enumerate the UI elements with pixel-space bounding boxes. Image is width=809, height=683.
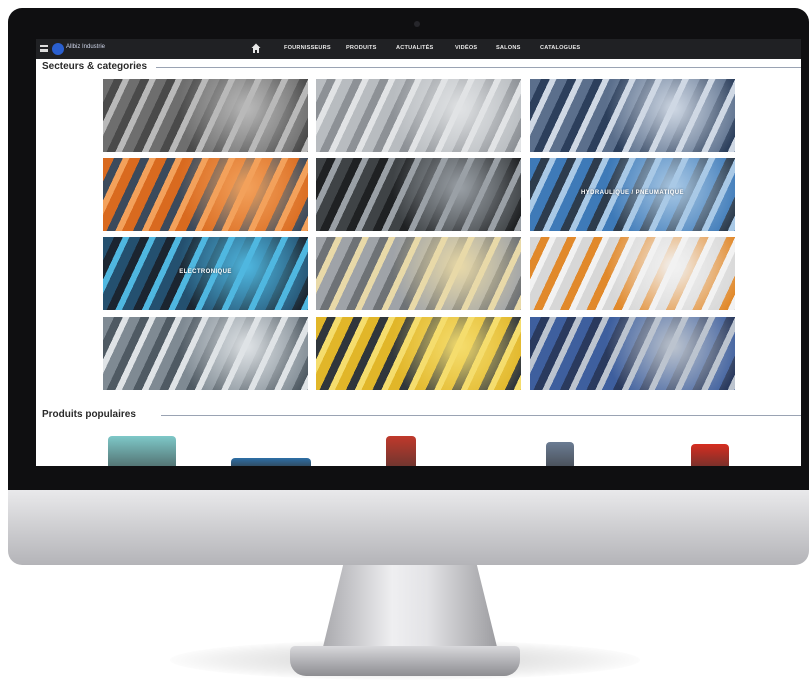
monitor-bezel: Allbiz Industrie FOURNISSEURS PRODUITS A… bbox=[8, 8, 809, 490]
camera-dot bbox=[414, 21, 420, 27]
monitor-chin bbox=[8, 490, 809, 565]
category-tile[interactable] bbox=[103, 158, 308, 231]
category-tile[interactable] bbox=[530, 237, 735, 310]
category-tile[interactable] bbox=[530, 79, 735, 152]
nav-actualites[interactable]: ACTUALITÉS bbox=[396, 45, 433, 51]
menu-icon[interactable] bbox=[40, 45, 48, 52]
category-tile[interactable] bbox=[316, 79, 521, 152]
screen: Allbiz Industrie FOURNISSEURS PRODUITS A… bbox=[36, 39, 801, 466]
category-tile[interactable] bbox=[316, 237, 521, 310]
product-thumbnail[interactable] bbox=[231, 458, 311, 466]
section-title-categories: Secteurs & categories bbox=[42, 61, 152, 72]
category-label: ELECTRONIQUE bbox=[179, 269, 232, 275]
nav-videos[interactable]: VIDÉOS bbox=[455, 45, 477, 51]
nav-catalogues[interactable]: CATALOGUES bbox=[540, 45, 580, 51]
monitor-stand-base bbox=[290, 646, 520, 676]
nav-salons[interactable]: SALONS bbox=[496, 45, 521, 51]
category-tile[interactable] bbox=[103, 317, 308, 390]
category-tile[interactable] bbox=[530, 317, 735, 390]
section-divider bbox=[156, 67, 801, 68]
category-tile[interactable]: HYDRAULIQUE / PNEUMATIQUE bbox=[530, 158, 735, 231]
top-nav-bar: Allbiz Industrie FOURNISSEURS PRODUITS A… bbox=[36, 39, 801, 59]
monitor-stand-neck bbox=[322, 565, 498, 651]
product-thumbnail[interactable] bbox=[546, 442, 574, 466]
logo-text[interactable]: Allbiz Industrie bbox=[66, 44, 105, 50]
category-label: HYDRAULIQUE / PNEUMATIQUE bbox=[581, 190, 684, 196]
category-tile[interactable] bbox=[103, 79, 308, 152]
logo-icon[interactable] bbox=[52, 43, 64, 55]
nav-produits[interactable]: PRODUITS bbox=[346, 45, 377, 51]
section-title-products: Produits populaires bbox=[42, 409, 140, 420]
category-tile[interactable]: ELECTRONIQUE bbox=[103, 237, 308, 310]
category-tile[interactable] bbox=[316, 317, 521, 390]
section-divider bbox=[161, 415, 801, 416]
product-thumbnail[interactable] bbox=[386, 436, 416, 466]
nav-fournisseurs[interactable]: FOURNISSEURS bbox=[284, 45, 331, 51]
home-icon[interactable] bbox=[251, 43, 261, 54]
product-thumbnail[interactable] bbox=[691, 444, 729, 466]
product-thumbnail[interactable] bbox=[108, 436, 176, 466]
category-tile[interactable] bbox=[316, 158, 521, 231]
monitor: Allbiz Industrie FOURNISSEURS PRODUITS A… bbox=[8, 8, 809, 565]
